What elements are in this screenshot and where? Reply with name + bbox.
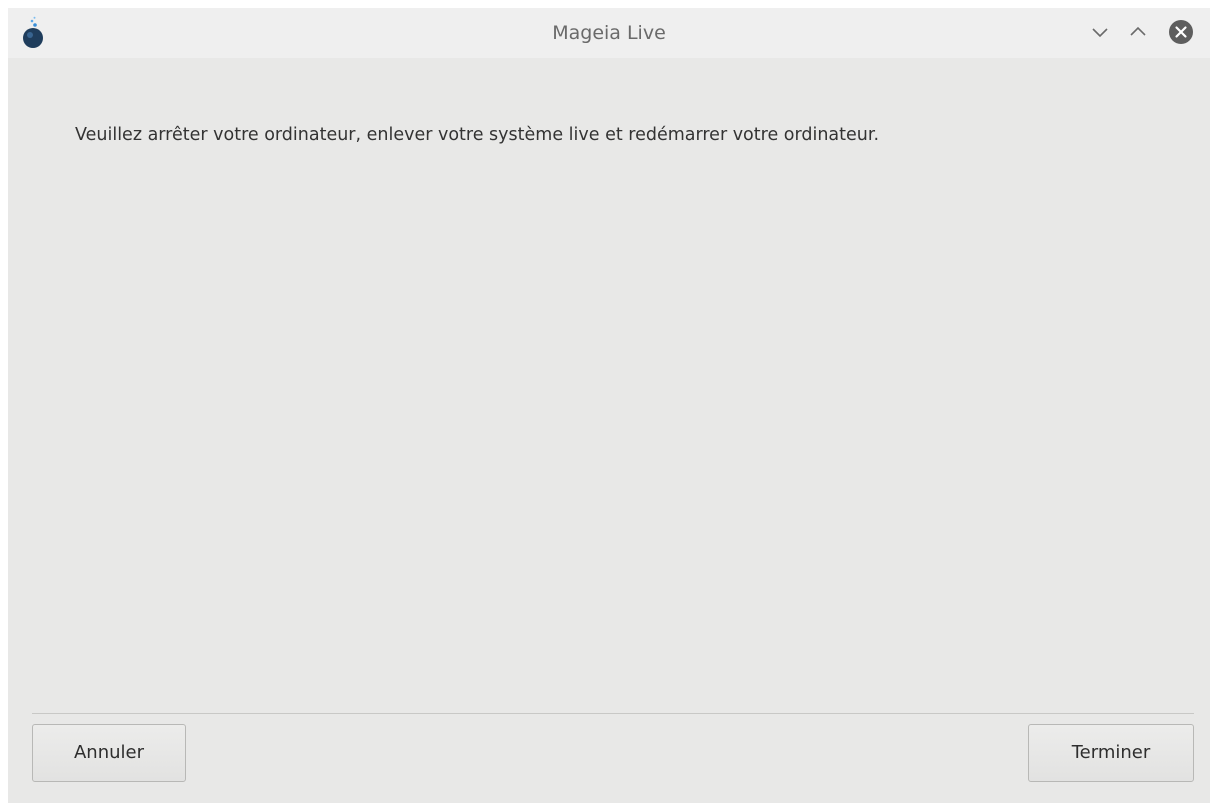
- chevron-up-icon[interactable]: [1126, 20, 1150, 44]
- footer-separator: [32, 713, 1194, 714]
- title-bar[interactable]: Mageia Live: [8, 8, 1210, 58]
- instruction-message: Veuillez arrêter votre ordinateur, enlev…: [75, 125, 880, 145]
- chevron-down-icon[interactable]: [1088, 20, 1112, 44]
- finish-button[interactable]: Terminer: [1028, 724, 1194, 782]
- application-window: Mageia Live Veuillez arrêter votre ordin…: [8, 8, 1210, 803]
- cancel-button[interactable]: Annuler: [32, 724, 186, 782]
- close-circle-icon[interactable]: [1168, 19, 1194, 45]
- mageia-logo-icon: [23, 16, 43, 48]
- window-title: Mageia Live: [552, 22, 666, 44]
